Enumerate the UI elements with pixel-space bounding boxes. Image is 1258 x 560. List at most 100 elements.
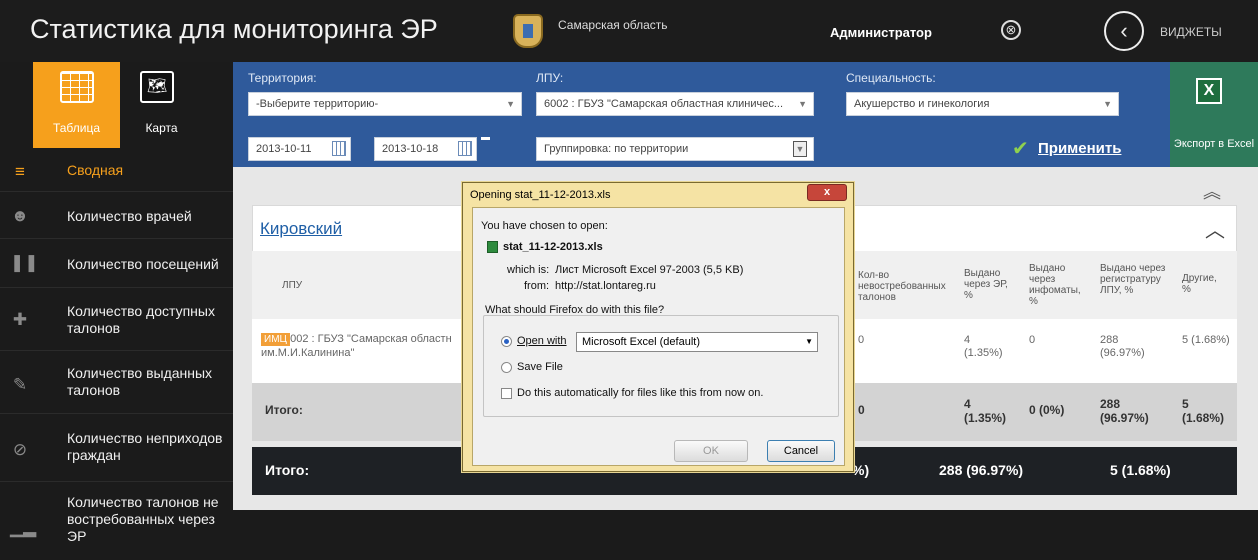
cell-via-registry: 288 (96.97%)	[1100, 334, 1145, 359]
calendar-icon[interactable]	[332, 141, 346, 156]
sidebar-item-label: Количество выданных талонов	[67, 365, 213, 398]
cell-unclaimed: 0	[858, 334, 865, 346]
specialty-label: Специальность:	[846, 71, 936, 85]
grand-total-other: 5 (1.68%)	[1110, 462, 1171, 478]
sidebar-item-summary[interactable]: ≡ Сводная	[0, 150, 233, 192]
excel-file-icon	[487, 241, 498, 253]
sidebar-item-visits[interactable]: ❚❚ Количество посещений	[0, 239, 233, 288]
collapse-icon[interactable]: ︿	[1205, 214, 1225, 243]
subtotal-label: Итого:	[265, 403, 303, 417]
lpu-value: 6002 : ГБУЗ "Самарская областная клиниче…	[544, 98, 784, 110]
date-from-input[interactable]: 2013-10-11	[248, 137, 351, 161]
footprints-icon: ❚❚	[10, 253, 39, 272]
territory-label: Территория:	[248, 71, 317, 85]
region-name: Самарская область	[558, 18, 668, 32]
territory-select[interactable]: -Выберите территорию- ▼	[248, 92, 522, 116]
doctor-icon: ☻	[11, 206, 29, 225]
grand-total-partial: %)	[852, 462, 870, 478]
app-title: Статистика для мониторинга ЭР	[30, 14, 438, 44]
chevron-down-icon: ▼	[506, 99, 515, 109]
lpu-select[interactable]: 6002 : ГБУЗ "Самарская областная клиниче…	[536, 92, 814, 116]
ticket-add-icon: ✚	[12, 310, 28, 329]
open-with-radio[interactable]	[501, 336, 512, 347]
which-value: Лист Microsoft Excel 97-2003 (5,5 KB)	[555, 264, 744, 276]
tab-map-label: Карта	[145, 121, 178, 135]
auto-label[interactable]: Do this automatically for files like thi…	[517, 387, 763, 399]
table-icon	[60, 71, 94, 103]
dialog-filename: stat_11-12-2013.xls	[503, 241, 603, 253]
lpu-label: ЛПУ:	[536, 71, 564, 85]
date-to-input[interactable]: 2013-10-18	[374, 137, 477, 161]
col-via-registry: Выдано через регистратуру ЛПУ, %	[1100, 263, 1166, 296]
open-with-label[interactable]: Open with	[517, 335, 567, 347]
sidebar-item-label: Количество талонов не востребованных чер…	[67, 494, 219, 544]
chevron-down-icon: ▼	[793, 141, 807, 157]
col-unclaimed: Кол-во невостребованных талонов	[858, 270, 946, 303]
save-file-radio[interactable]	[501, 362, 512, 373]
logout-icon[interactable]: ⊗	[1001, 20, 1021, 40]
excel-icon: X	[1196, 78, 1222, 104]
dialog-intro: You have chosen to open:	[481, 220, 608, 232]
application-select[interactable]: Microsoft Excel (default) ▼	[576, 332, 818, 352]
grouping-select[interactable]: Группировка: по территории ▼	[536, 137, 814, 161]
filter-bar: Территория: -Выберите территорию- ▼ ЛПУ: …	[233, 62, 1170, 167]
user-name[interactable]: Администратор	[830, 25, 932, 40]
calendar-icon[interactable]	[458, 141, 472, 156]
close-icon[interactable]: x	[807, 184, 847, 201]
sidebar-item-no-shows[interactable]: ⊘ Количество неприходов граждан	[0, 414, 233, 482]
col-lpu: ЛПУ	[282, 280, 303, 291]
grouping-value: Группировка: по территории	[544, 143, 689, 155]
col-via-infomat: Выдано через инфоматы, %	[1029, 263, 1081, 307]
sidebar-item-label: Количество доступных талонов	[67, 303, 215, 336]
ok-button[interactable]: OK	[674, 440, 748, 462]
auto-checkbox[interactable]	[501, 388, 512, 399]
grand-total-label: Итого:	[265, 462, 310, 478]
subtotal-via-registry: 288 (96.97%)	[1100, 397, 1149, 425]
export-excel-button[interactable]: X Экспорт в Excel	[1170, 62, 1258, 180]
date-to-value: 2013-10-18	[382, 143, 439, 155]
chart-decline-icon: ▁▂	[10, 518, 37, 537]
subtotal-via-er: 4 (1.35%)	[964, 397, 1007, 425]
cancel-button[interactable]: Cancel	[767, 440, 835, 462]
sidebar-item-doctors[interactable]: ☻ Количество врачей	[0, 192, 233, 239]
no-show-icon: ⊘	[12, 440, 28, 459]
grand-total-registry: 288 (96.97%)	[939, 462, 1024, 478]
tab-table-label: Таблица	[52, 121, 101, 135]
chevron-down-icon: ▼	[798, 99, 807, 109]
subtotal-via-infomat: 0 (0%)	[1029, 403, 1065, 417]
tab-table[interactable]: Таблица	[33, 62, 120, 148]
cell-via-infomat: 0	[1029, 334, 1036, 346]
back-icon[interactable]: ‹	[1104, 11, 1144, 51]
territory-title-link[interactable]: Кировский	[260, 219, 342, 239]
sidebar-item-unclaimed-tickets[interactable]: ▁▂ Количество талонов не востребованных …	[0, 482, 233, 560]
from-value: http://stat.lontareg.ru	[555, 280, 656, 292]
application-value: Microsoft Excel (default)	[582, 336, 700, 348]
region-emblem-icon	[513, 14, 543, 48]
dialog-title: Opening stat_11-12-2013.xls	[470, 189, 611, 201]
territory-value: -Выберите территорию-	[256, 98, 379, 110]
col-via-er: Выдано через ЭР, %	[964, 268, 1008, 301]
chevron-down-icon: ▼	[1103, 99, 1112, 109]
sidebar-item-label: Сводная	[67, 162, 124, 178]
save-file-label[interactable]: Save File	[517, 361, 563, 373]
check-icon: ✔	[1012, 138, 1029, 160]
sidebar-item-label: Количество врачей	[67, 208, 192, 224]
cell-via-er: 4 (1.35%)	[964, 334, 1003, 359]
chevron-down-icon: ▼	[805, 337, 813, 346]
cell-other: 5 (1.68%)	[1182, 334, 1230, 346]
which-label: which is:	[507, 264, 550, 276]
specialty-value: Акушерство и гинекология	[854, 98, 990, 110]
collapse-all-icon[interactable]: ︽	[1203, 178, 1221, 204]
col-other: Другие, %	[1182, 273, 1217, 295]
widgets-link[interactable]: ВИДЖЕТЫ	[1160, 25, 1222, 39]
specialty-select[interactable]: Акушерство и гинекология ▼	[846, 92, 1119, 116]
subtotal-unclaimed: 0	[858, 403, 865, 417]
sidebar-item-issued-tickets[interactable]: ✎ Количество выданных талонов	[0, 351, 233, 414]
date-range-dash	[481, 137, 490, 140]
sidebar-item-available-tickets[interactable]: ✚ Количество доступных талонов	[0, 288, 233, 351]
apply-button[interactable]: Применить	[1038, 140, 1121, 157]
sidebar-item-label: Количество посещений	[67, 256, 219, 272]
tab-map[interactable]: 🗺 Карта	[125, 62, 198, 148]
from-label: from:	[524, 280, 550, 292]
ticket-icon: ✎	[12, 375, 28, 394]
